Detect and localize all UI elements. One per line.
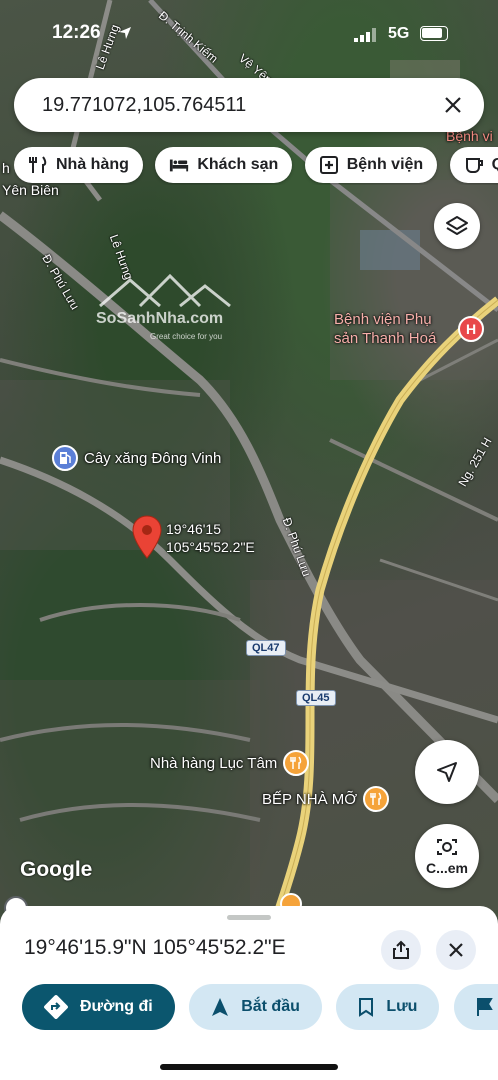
area-label: h (2, 160, 10, 176)
chip-restaurant[interactable]: Nhà hàng (14, 147, 143, 183)
poi-label: Bệnh viện Phụ sản Thanh Hoá (334, 311, 437, 347)
signal-icon (354, 28, 376, 42)
poi-label: BẾP NHÀ MỠ (262, 790, 358, 808)
restaurant-icon (363, 786, 390, 812)
bookmark-icon (359, 998, 374, 1017)
drag-handle[interactable] (227, 915, 271, 920)
camera-label: C...em (425, 860, 468, 876)
category-chips: Nhà hàng Khách sạn Bệnh viện Q (14, 147, 498, 185)
chip-label: Nhà hàng (56, 156, 129, 173)
close-icon[interactable] (440, 92, 466, 118)
network-type: 5G (388, 25, 410, 42)
poi-restaurant[interactable]: BẾP NHÀ MỠ (262, 786, 390, 812)
google-logo: Google (20, 858, 93, 881)
chip-label: Bệnh viện (346, 156, 424, 173)
save-button[interactable]: Lưu (336, 984, 440, 1030)
action-label: Lưu (386, 998, 418, 1015)
close-icon (449, 943, 463, 957)
house-logo-icon (99, 273, 231, 308)
action-buttons: Đường đi Bắt đầu Lưu T (22, 984, 498, 1030)
navigation-arrow-icon (437, 762, 457, 782)
poi-label: Cây xăng Đông Vinh (84, 449, 222, 467)
layers-icon (446, 216, 468, 235)
cafe-icon (465, 158, 483, 173)
road-shield: QL47 (246, 640, 286, 656)
pin-latitude: 19°46'15 (166, 521, 221, 537)
navigation-arrow-icon (212, 998, 229, 1016)
layers-button[interactable] (434, 203, 480, 249)
restaurant-icon (29, 156, 47, 173)
search-box[interactable]: 19.771072,105.764511 (14, 78, 484, 132)
directions-icon (44, 995, 68, 1019)
location-arrow-icon (119, 27, 131, 39)
share-button[interactable] (381, 930, 421, 970)
place-bottom-sheet[interactable]: 19°46'15.9"N 105°45'52.2"E Đường đi Bắt … (0, 906, 498, 1080)
hospital-icon (319, 156, 338, 174)
road-shield: QL45 (296, 690, 336, 706)
watermark-logo: SoSanhNha.com Great choice for you (90, 270, 240, 350)
watermark-tagline: Great choice for you (150, 332, 223, 341)
chip-label: Q (491, 156, 498, 173)
search-query[interactable]: 19.771072,105.764511 (42, 94, 246, 117)
share-icon (393, 940, 409, 959)
gas-station-icon (52, 445, 78, 471)
label-button[interactable]: T (453, 984, 498, 1030)
action-label: Bắt đầu (241, 998, 300, 1015)
coordinates-title: 19°46'15.9"N 105°45'52.2"E (24, 936, 286, 959)
status-time: 12:26 (52, 22, 101, 43)
poi-label: Nhà hàng Lục Tâm (150, 754, 278, 772)
battery-icon (420, 26, 448, 41)
flag-icon (476, 998, 493, 1016)
camera-lens-button[interactable]: C...em (415, 824, 479, 888)
lens-camera-icon (437, 839, 457, 855)
poi-hospital[interactable]: Bệnh viện Phụ sản Thanh Hoá H (334, 310, 484, 348)
watermark-text: SoSanhNha.com (96, 310, 224, 327)
pin-coordinates-label: 19°46'15 105°45'52.2"E (166, 520, 255, 556)
action-label: Đường đi (80, 998, 153, 1015)
location-pin-icon[interactable] (132, 515, 162, 559)
pin-longitude: 105°45'52.2"E (166, 539, 255, 555)
chip-cafe[interactable]: Q (449, 147, 498, 183)
home-indicator (160, 1064, 338, 1070)
poi-restaurant[interactable]: Nhà hàng Lục Tâm (150, 750, 310, 776)
satellite-map[interactable]: Đ. Trịnh Kiếm Vệ Yên Lê Hưng Yên Biên h … (0, 0, 498, 920)
chip-label: Khách sạn (197, 156, 279, 173)
close-sheet-button[interactable] (436, 930, 476, 970)
chip-hospital[interactable]: Bệnh viện (304, 147, 438, 183)
my-location-button[interactable] (415, 740, 479, 804)
restaurant-icon (283, 750, 310, 776)
poi-gas-station[interactable]: Cây xăng Đông Vinh (52, 445, 221, 471)
start-button[interactable]: Bắt đầu (189, 984, 322, 1030)
status-bar: 12:26 5G (0, 0, 498, 64)
chip-hotel[interactable]: Khách sạn (155, 147, 293, 183)
directions-button[interactable]: Đường đi (22, 984, 175, 1030)
bed-icon (170, 159, 189, 172)
hospital-h-icon: H (458, 316, 484, 342)
